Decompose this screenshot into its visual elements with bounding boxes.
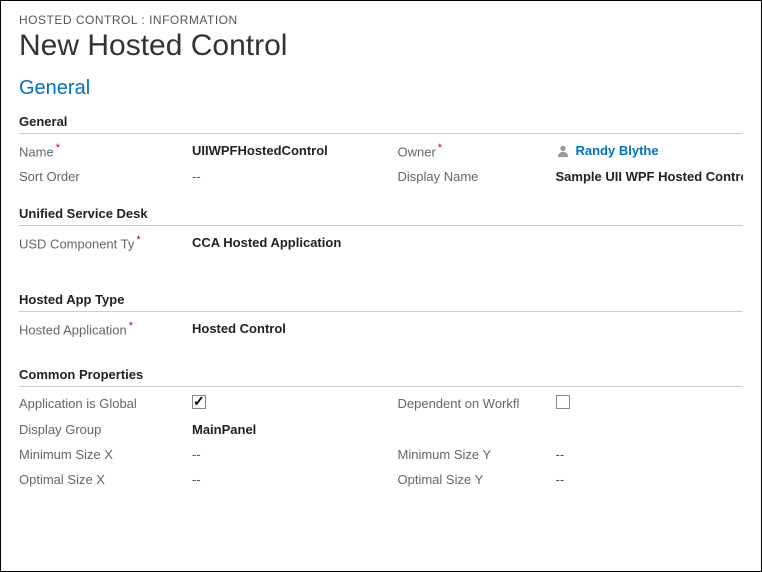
field-sort-order[interactable]: -- [192,169,380,184]
section-general: General Name* UIIWPFHostedControl Owner*… [19,114,743,184]
label-display-group: Display Group [19,422,174,437]
label-app-global: Application is Global [19,396,174,411]
label-hosted-application: Hosted Application* [19,320,174,337]
field-opt-size-y[interactable]: -- [556,472,744,487]
field-min-size-x[interactable]: -- [192,447,380,462]
tab-general[interactable]: General [19,77,743,100]
field-dependent-workflow[interactable] [556,395,744,412]
label-opt-size-x: Optimal Size X [19,472,174,487]
section-header-usd: Unified Service Desk [19,206,743,226]
checkbox-app-global[interactable] [192,395,206,409]
label-name: Name* [19,142,174,159]
label-usd-component: USD Component Ty* [19,234,174,251]
label-dependent-workflow: Dependent on Workfl [398,396,538,411]
field-name[interactable]: UIIWPFHostedControl [192,143,380,158]
section-header-general: General [19,114,743,134]
checkbox-dependent-workflow[interactable] [556,395,570,409]
field-hosted-application[interactable]: Hosted Control [192,321,743,336]
page-title: New Hosted Control [19,29,743,63]
owner-link[interactable]: Randy Blythe [576,143,659,158]
required-icon: * [438,142,442,154]
field-opt-size-x[interactable]: -- [192,472,380,487]
field-app-global[interactable] [192,395,380,412]
label-display-name: Display Name [398,169,538,184]
label-sort-order: Sort Order [19,169,174,184]
section-hosted-app: Hosted App Type Hosted Application* Host… [19,292,743,337]
label-owner: Owner* [398,142,538,159]
user-icon [556,144,570,158]
section-usd: Unified Service Desk USD Component Ty* C… [19,206,743,251]
section-header-hosted-app: Hosted App Type [19,292,743,312]
field-min-size-y[interactable]: -- [556,447,744,462]
section-common: Common Properties Application is Global … [19,367,743,487]
section-header-common: Common Properties [19,367,743,387]
label-min-size-x: Minimum Size X [19,447,174,462]
field-display-name[interactable]: Sample UII WPF Hosted Control [556,169,744,184]
label-opt-size-y: Optimal Size Y [398,472,538,487]
required-icon: * [129,320,133,332]
field-display-group[interactable]: MainPanel [192,422,380,437]
required-icon: * [136,234,140,246]
required-icon: * [56,142,60,154]
field-usd-component[interactable]: CCA Hosted Application [192,235,743,250]
label-min-size-y: Minimum Size Y [398,447,538,462]
field-owner[interactable]: Randy Blythe [556,143,744,158]
breadcrumb: HOSTED CONTROL : INFORMATION [19,13,743,27]
